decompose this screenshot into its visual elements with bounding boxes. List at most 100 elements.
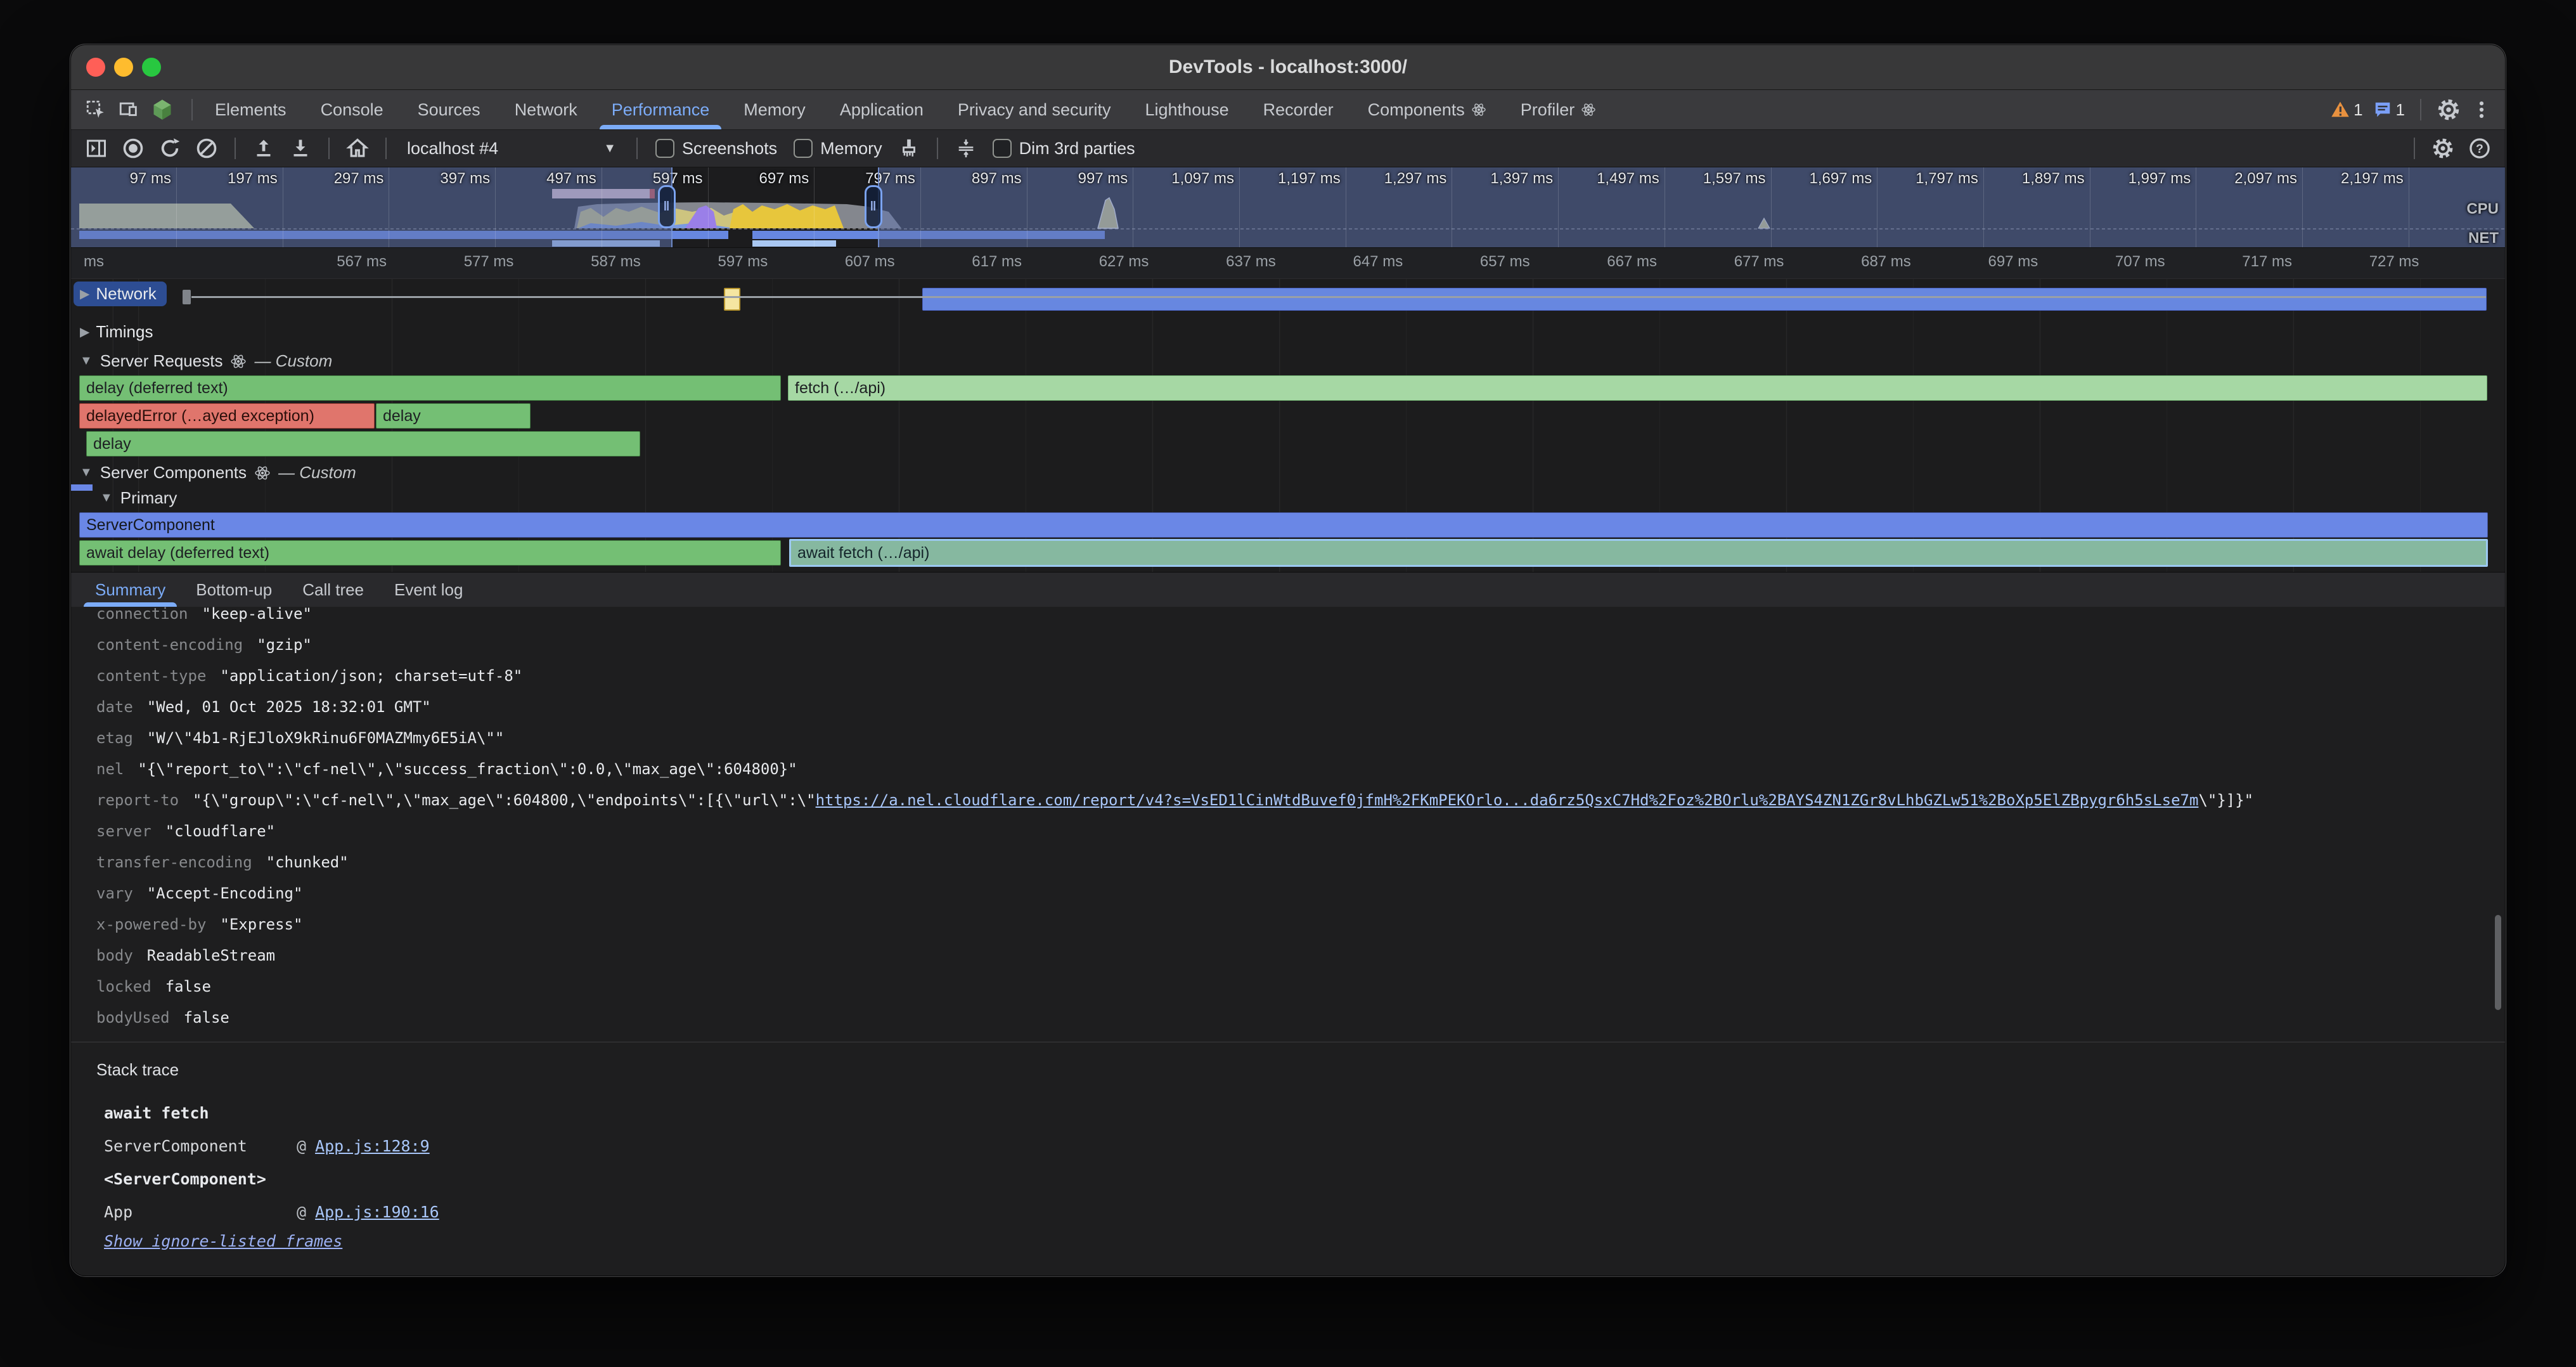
tab-console[interactable]: Console: [304, 90, 401, 129]
record-button[interactable]: [119, 134, 147, 162]
server-components-header[interactable]: ▼ Server Components — Custom: [80, 463, 356, 483]
timeline-overview[interactable]: 97 ms197 ms297 ms397 ms497 ms597 ms697 m…: [71, 167, 2505, 248]
flame-bar-delayederror-ayed-exception[interactable]: delayedError (…ayed exception): [79, 403, 375, 429]
overview-gridline: [2302, 167, 2303, 247]
screenshots-checkbox[interactable]: Screenshots: [652, 139, 781, 159]
header-row-report-to: report-to"{\"group\":\"cf-nel\",\"max_ag…: [71, 784, 2505, 815]
tab-memory[interactable]: Memory: [726, 90, 823, 129]
overview-tick-label: 1,497 ms: [1564, 170, 1659, 188]
flamechart-tracks[interactable]: ▶ Network ▶ Timings ▼ Server Requests — …: [71, 279, 2505, 572]
timings-track: ▶ Timings: [71, 316, 2505, 350]
toggle-sidebar-button[interactable]: [82, 134, 110, 162]
details-tab-summary[interactable]: Summary: [80, 573, 181, 607]
react-atom-icon: [1471, 102, 1486, 117]
overview-gridline: [1771, 167, 1772, 247]
dim-3rd-parties-checkbox[interactable]: Dim 3rd parties: [989, 139, 1139, 159]
overview-tick-label: 1,197 ms: [1246, 170, 1341, 188]
devtools-window: DevTools - localhost:3000/: [70, 44, 2506, 1276]
network-request-bar[interactable]: [922, 288, 2487, 311]
history-select[interactable]: localhost #4 ▼: [401, 139, 622, 159]
details-tab-bottom-up[interactable]: Bottom-up: [181, 573, 287, 607]
timings-track-label[interactable]: ▶ Timings: [74, 320, 163, 344]
details-tab-call-tree[interactable]: Call tree: [287, 573, 379, 607]
warnings-badge[interactable]: 1: [2331, 100, 2362, 120]
header-key: report-to: [96, 791, 179, 809]
kebab-menu-icon[interactable]: [2471, 99, 2492, 120]
header-row-nel: nel"{\"report_to\":\"cf-nel\",\"success_…: [71, 753, 2505, 784]
header-row-locked: lockedfalse: [71, 971, 2505, 1002]
network-request-bar[interactable]: [724, 288, 740, 311]
tab-sources[interactable]: Sources: [401, 90, 498, 129]
tab-elements[interactable]: Elements: [198, 90, 304, 129]
header-row-server: server"cloudflare": [71, 815, 2505, 846]
overview-tick-label: 1,697 ms: [1777, 170, 1872, 188]
header-value: "Wed, 01 Oct 2025 18:32:01 GMT": [147, 698, 431, 716]
collapse-tracks-icon[interactable]: [952, 134, 980, 162]
performance-toolbar: localhost #4 ▼ Screenshots Memory Dim 3r…: [71, 130, 2505, 167]
ruler-tick-label: 637 ms: [1162, 253, 1276, 271]
report-to-url-link[interactable]: https://a.nel.cloudflare.com/report/v4?s…: [816, 791, 2199, 809]
flame-bar-delay[interactable]: delay: [376, 403, 531, 429]
memory-checkbox[interactable]: Memory: [790, 139, 886, 159]
details-tab-event-log[interactable]: Event log: [379, 573, 478, 607]
chevron-down-icon: ▼: [100, 491, 113, 505]
chevron-down-icon: ▼: [80, 354, 93, 368]
device-toolbar-icon[interactable]: [118, 99, 139, 120]
overview-tick-label: 197 ms: [183, 170, 278, 188]
flame-bar-await-delay-deferred-text[interactable]: await delay (deferred text): [79, 540, 781, 566]
tab-profiler[interactable]: Profiler: [1504, 90, 1614, 129]
tab-lighthouse[interactable]: Lighthouse: [1128, 90, 1246, 129]
scrollbar-thumb[interactable]: [2495, 915, 2501, 1010]
primary-group-header[interactable]: ▼ Primary: [100, 488, 177, 508]
flame-bar-fetch-api[interactable]: fetch (…/api): [788, 375, 2487, 401]
inspect-icon[interactable]: [85, 99, 106, 120]
tab-network[interactable]: Network: [498, 90, 595, 129]
show-ignore-listed-frames-link[interactable]: Show ignore-listed frames: [104, 1232, 342, 1250]
stack-frame-source-link[interactable]: App.js:190:16: [315, 1203, 439, 1221]
overview-gridline: [495, 167, 496, 247]
header-value: "cloudflare": [165, 822, 275, 840]
issues-badge[interactable]: 1: [2373, 100, 2405, 120]
tab-components[interactable]: Components: [1351, 90, 1504, 129]
summary-details-pane[interactable]: connection"keep-alive"content-encoding"g…: [71, 607, 2505, 1042]
save-profile-button[interactable]: [287, 134, 314, 162]
overview-right-handle[interactable]: ‖: [865, 185, 882, 228]
overview-tick-label: 1,797 ms: [1883, 170, 1978, 188]
header-key: x-powered-by: [96, 916, 206, 933]
react-atom-icon: [254, 465, 271, 481]
ruler-tick-label: 687 ms: [1797, 253, 1911, 271]
chevron-down-icon: ▼: [80, 465, 93, 480]
collect-garbage-icon[interactable]: [895, 134, 923, 162]
stack-frame-source-link[interactable]: App.js:128:9: [315, 1137, 430, 1155]
network-track-handle[interactable]: [183, 290, 191, 304]
stack-frame: await fetch: [96, 1096, 2505, 1129]
header-key: content-encoding: [96, 636, 243, 654]
overview-gridline: [708, 167, 709, 247]
header-value: false: [184, 1009, 229, 1027]
tab-performance[interactable]: Performance: [595, 90, 727, 129]
titlebar: DevTools - localhost:3000/: [71, 45, 2505, 90]
overview-left-handle[interactable]: ‖: [658, 185, 676, 228]
performance-settings-gear-icon[interactable]: [2429, 134, 2457, 162]
flame-bar-servercomponent[interactable]: ServerComponent: [79, 512, 2488, 538]
flame-bar-await-fetch-api[interactable]: await fetch (…/api): [789, 539, 2488, 567]
help-icon[interactable]: [2466, 134, 2494, 162]
overview-tick-label: 297 ms: [288, 170, 383, 188]
stack-frame: App@App.js:190:16: [96, 1195, 2505, 1228]
record-and-reload-button[interactable]: [156, 134, 184, 162]
load-profile-button[interactable]: [250, 134, 278, 162]
ruler-tick-label: 607 ms: [781, 253, 895, 271]
flame-bar-delay-deferred-text[interactable]: delay (deferred text): [79, 375, 781, 401]
network-track-label[interactable]: ▶ Network: [74, 282, 167, 306]
tab-application[interactable]: Application: [823, 90, 941, 129]
extension-icon[interactable]: [151, 98, 174, 121]
tab-privacy-and-security[interactable]: Privacy and security: [941, 90, 1128, 129]
settings-gear-icon[interactable]: [2437, 98, 2461, 122]
header-row-etag: etag"W/\"4b1-RjEJloX9kRinu6F0MAZMmy6E5iA…: [71, 722, 2505, 753]
clear-button[interactable]: [193, 134, 221, 162]
tab-recorder[interactable]: Recorder: [1246, 90, 1351, 129]
flame-bar-delay[interactable]: delay: [86, 431, 640, 457]
header-key: bodyUsed: [96, 1009, 170, 1027]
live-metrics-home-button[interactable]: [344, 134, 371, 162]
server-requests-header[interactable]: ▼ Server Requests — Custom: [80, 351, 332, 371]
